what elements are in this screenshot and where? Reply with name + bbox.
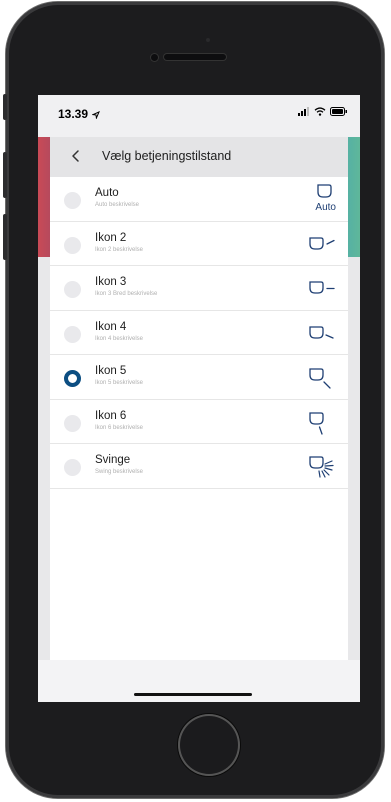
mode-title: Ikon 2 bbox=[95, 231, 127, 244]
louver-position-2-icon bbox=[304, 228, 338, 262]
radio-button[interactable] bbox=[64, 414, 81, 432]
location-arrow-icon bbox=[91, 110, 101, 120]
radio-button[interactable] bbox=[64, 325, 81, 343]
proximity-sensor bbox=[206, 38, 210, 42]
status-icons bbox=[298, 107, 348, 116]
mode-description: Ikon 2 beskrivelse bbox=[95, 246, 144, 253]
mode-description: Auto beskrivelse bbox=[95, 202, 140, 208]
radio-button[interactable] bbox=[64, 236, 81, 254]
volume-up-button bbox=[3, 152, 7, 198]
mode-description: Ikon 4 beskrivelse bbox=[95, 335, 144, 342]
mode-description: Ikon 6 beskrivelse bbox=[95, 424, 144, 431]
mode-row-ikon-6[interactable]: Ikon 6 Ikon 6 beskrivelse bbox=[50, 400, 348, 444]
louver-position-4-icon bbox=[304, 317, 338, 351]
louver-position-3-icon bbox=[304, 272, 338, 306]
mode-description: Ikon 3 Bred beskrivelse bbox=[95, 291, 158, 297]
mode-description: Swing beskrivelse bbox=[95, 469, 144, 475]
home-indicator[interactable] bbox=[134, 693, 252, 696]
mute-switch bbox=[3, 94, 7, 120]
chevron-left-icon[interactable] bbox=[68, 148, 84, 164]
radio-button[interactable] bbox=[64, 459, 81, 476]
mode-row-svinge[interactable]: Svinge Swing beskrivelse bbox=[50, 444, 348, 489]
mode-description: Ikon 5 beskrivelse bbox=[95, 380, 144, 386]
battery-icon bbox=[330, 107, 347, 116]
mode-row-ikon-4[interactable]: Ikon 4 Ikon 4 beskrivelse bbox=[50, 311, 348, 355]
signal-bars-icon bbox=[298, 107, 309, 116]
louver-position-6-icon bbox=[304, 406, 338, 440]
status-bar: 13.39 bbox=[38, 95, 360, 137]
mode-title: Ikon 6 bbox=[95, 409, 127, 422]
status-time: 13.39 bbox=[58, 107, 101, 121]
radio-button[interactable] bbox=[64, 192, 81, 209]
mode-title: Svinge bbox=[95, 454, 131, 466]
mode-title: Ikon 5 bbox=[95, 365, 127, 377]
mode-title: Auto bbox=[95, 187, 119, 199]
radio-button[interactable] bbox=[64, 281, 81, 298]
mode-row-auto[interactable]: Auto Auto beskrivelse Auto bbox=[50, 177, 348, 222]
mode-row-ikon-2[interactable]: Ikon 2 Ikon 2 beskrivelse bbox=[50, 222, 348, 266]
navigation-header: Vælg betjeningstilstand bbox=[50, 137, 348, 177]
home-button[interactable] bbox=[178, 714, 240, 776]
louver-position-5-icon bbox=[304, 361, 338, 395]
wifi-icon bbox=[314, 107, 326, 116]
front-camera bbox=[151, 54, 158, 61]
volume-down-button bbox=[3, 214, 7, 260]
mode-list: Auto Auto beskrivelse Auto Ikon 2 Ikon 2… bbox=[50, 177, 348, 489]
app-screen: 13.39 Vælg betjeningstilstand Auto Auto … bbox=[38, 95, 360, 702]
mode-title: Ikon 4 bbox=[95, 320, 127, 333]
mode-title: Ikon 3 bbox=[95, 276, 127, 288]
earpiece-speaker bbox=[164, 54, 226, 60]
mode-selection-sheet: Vælg betjeningstilstand Auto Auto beskri… bbox=[50, 137, 348, 702]
radio-button-selected[interactable] bbox=[64, 370, 81, 387]
mode-row-ikon-3[interactable]: Ikon 3 Ikon 3 Bred beskrivelse bbox=[50, 266, 348, 311]
auto-icon-label: Auto bbox=[315, 202, 336, 213]
device-mockup: 13.39 Vælg betjeningstilstand Auto Auto … bbox=[0, 0, 391, 802]
louver-swing-icon bbox=[304, 450, 338, 484]
mode-row-ikon-5[interactable]: Ikon 5 Ikon 5 beskrivelse bbox=[50, 355, 348, 400]
page-title: Vælg betjeningstilstand bbox=[102, 149, 232, 163]
